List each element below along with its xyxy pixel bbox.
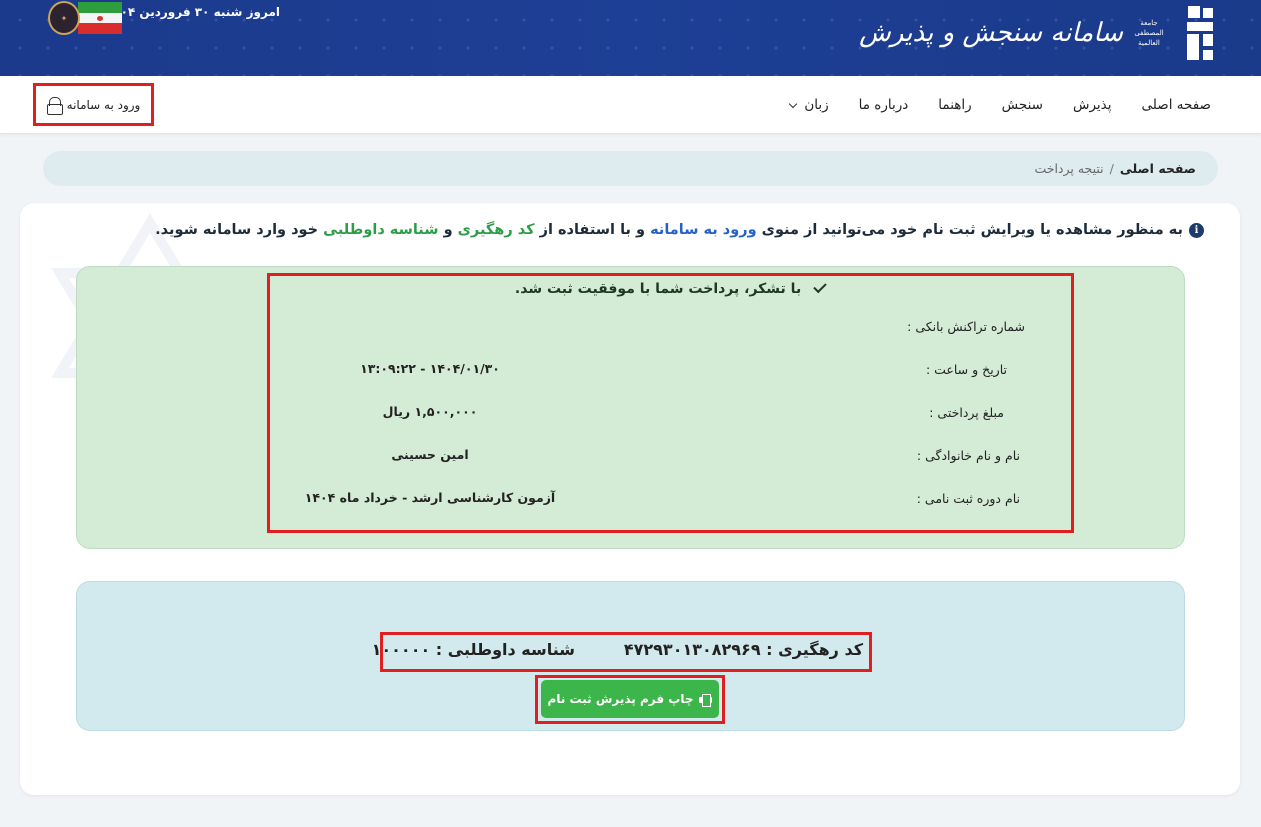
success-message: با تشکر، پرداخت شما با موفقیت ثبت شد.	[267, 279, 1074, 297]
main-card: با تشکر، پرداخت شما با موفقیت ثبت شد. شم…	[20, 203, 1240, 795]
logo-mark-icon	[1175, 6, 1213, 60]
info-text-part1: به منظور مشاهده یا ویرایش ثبت نام خود می…	[761, 222, 1183, 238]
login-button-label: ورود به سامانه	[66, 97, 141, 112]
emblem-icon: ✦	[48, 1, 80, 35]
printer-icon	[699, 693, 713, 707]
info-message: i به منظور مشاهده یا ویرایش ثبت نام خود …	[155, 222, 1204, 238]
main-navbar: صفحه اصلی پذیرش سنجش راهنما درباره ما زب…	[0, 76, 1261, 134]
info-link-login[interactable]: ورود به سامانه	[650, 222, 757, 238]
tracking-code: کد رهگیری : ۴۷۲۹۳۰۱۳۰۸۲۹۶۹	[623, 640, 863, 659]
breadcrumb-separator: /	[1109, 161, 1114, 176]
fullname-value: امین حسینی	[391, 447, 469, 462]
nav-item-assessment[interactable]: سنجش	[1002, 97, 1043, 113]
nav-item-about[interactable]: درباره ما	[859, 97, 909, 113]
info-text-part3: و	[443, 222, 453, 238]
amount-value: ۱,۵۰۰,۰۰۰ ریال	[382, 404, 478, 419]
site-title: سامانه سنجش و پذیرش	[859, 18, 1123, 48]
info-text-part2: و با استفاده از	[539, 222, 646, 238]
print-form-button-label: چاپ فرم پذیرش ثبت نام	[547, 692, 694, 706]
datetime-label: تاریخ و ساعت :	[925, 362, 1007, 377]
breadcrumb-current: نتیجه پرداخت	[1034, 161, 1104, 176]
info-text-part4: خود وارد سامانه شوید.	[155, 222, 319, 238]
course-value: آزمون کارشناسی ارشد - خرداد ماه ۱۴۰۴	[304, 490, 556, 505]
check-icon	[813, 279, 827, 294]
nav-item-language-label: زبان	[804, 97, 829, 113]
top-header: جامعة المصطفى العالمية سامانه سنجش و پذی…	[0, 0, 1261, 76]
nav-item-admission[interactable]: پذیرش	[1073, 97, 1112, 113]
chevron-down-icon	[789, 99, 798, 108]
transaction-number-label: شماره تراکنش بانکی :	[907, 319, 1025, 334]
lock-icon	[46, 96, 63, 115]
success-message-text: با تشکر، پرداخت شما با موفقیت ثبت شد.	[514, 281, 802, 297]
nav-item-home[interactable]: صفحه اصلی	[1142, 97, 1211, 113]
info-icon: i	[1189, 222, 1204, 238]
site-logo[interactable]: جامعة المصطفى العالمية سامانه سنجش و پذی…	[859, 6, 1213, 60]
iran-flag-icon	[78, 2, 122, 34]
applicant-id: شناسه داوطلبی : ۱۰۰۰۰۰	[371, 640, 575, 659]
amount-label: مبلغ پرداختی :	[929, 405, 1004, 420]
info-text: به منظور مشاهده یا ویرایش ثبت نام خود می…	[155, 222, 1183, 238]
current-date: امروز شنبه ۳۰ فروردین ۱۴۰۴	[106, 5, 280, 19]
breadcrumb-home[interactable]: صفحه اصلی	[1120, 161, 1196, 176]
print-form-button[interactable]: چاپ فرم پذیرش ثبت نام	[541, 680, 719, 718]
course-label: نام دوره ثبت نامی :	[916, 491, 1020, 506]
breadcrumb: صفحه اصلی / نتیجه پرداخت	[43, 151, 1218, 186]
nav-item-guide[interactable]: راهنما	[938, 97, 971, 113]
datetime-value: ۱۴۰۴/۰۱/۳۰ - ۱۳:۰۹:۲۲	[360, 361, 500, 376]
fullname-label: نام و نام خانوادگی :	[916, 448, 1020, 463]
nav-menu: صفحه اصلی پذیرش سنجش راهنما درباره ما زب…	[789, 76, 1211, 134]
info-link-applicant-id: شناسه داوطلبی	[323, 222, 439, 238]
org-name: جامعة المصطفى العالمية	[1134, 19, 1164, 47]
nav-item-language[interactable]: زبان	[789, 97, 829, 113]
info-link-tracking-code: کد رهگیری	[457, 222, 535, 238]
login-button[interactable]: ورود به سامانه	[33, 83, 154, 126]
